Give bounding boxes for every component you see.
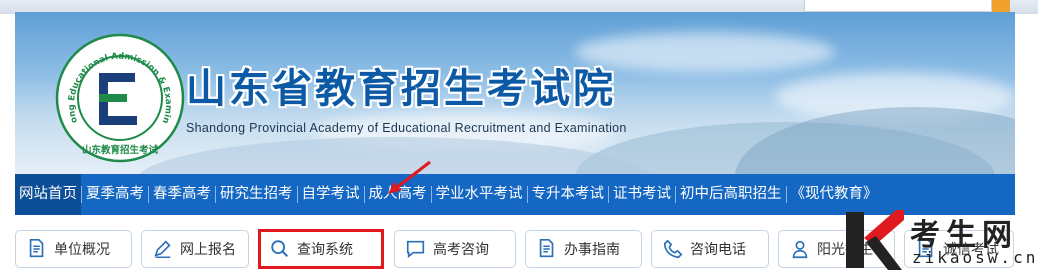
quick-link-label: 单位概况 xyxy=(54,242,110,258)
watermark-k-icon xyxy=(846,210,904,270)
watermark-logo: 考生网 zikaosw.cn xyxy=(828,208,1038,274)
watermark-en-text: zikaosw.cn xyxy=(912,248,1038,267)
phone-icon xyxy=(663,239,683,259)
quick-link-label: 咨询电话 xyxy=(690,242,746,258)
nav-item-8[interactable]: 专升本考试 xyxy=(528,174,609,215)
quick-link-6[interactable]: 咨询电话 xyxy=(651,230,769,268)
nav-item-1[interactable]: 网站首页 xyxy=(15,174,81,215)
quick-link-label: 高考咨询 xyxy=(433,242,489,258)
document-icon xyxy=(539,239,554,258)
header-banner: Shandong Educational Admission & Examina… xyxy=(15,12,1015,174)
nav-item-10[interactable]: 初中后高职招生 xyxy=(676,174,786,215)
chat-icon xyxy=(406,240,425,259)
top-search-input[interactable] xyxy=(804,0,992,12)
person-icon xyxy=(792,240,808,259)
nav-item-2[interactable]: 夏季高考 xyxy=(82,174,148,215)
logo-emblem: Shandong Educational Admission & Examina… xyxy=(55,33,185,163)
edit-icon xyxy=(154,240,171,258)
quick-link-5[interactable]: 办事指南 xyxy=(525,230,642,268)
quick-link-2[interactable]: 网上报名 xyxy=(141,230,249,268)
quick-link-1[interactable]: 单位概况 xyxy=(15,230,132,268)
nav-item-9[interactable]: 证书考试 xyxy=(609,174,675,215)
highlight-box-query-system xyxy=(258,229,384,269)
nav-item-3[interactable]: 春季高考 xyxy=(149,174,215,215)
site-subtitle: Shandong Provincial Academy of Education… xyxy=(186,121,627,135)
nav-item-5[interactable]: 自学考试 xyxy=(298,174,364,215)
nav-item-4[interactable]: 研究生招考 xyxy=(216,174,297,215)
quick-link-label: 网上报名 xyxy=(180,242,236,258)
site-title: 山东省教育招生考试院 xyxy=(186,66,616,112)
document-icon xyxy=(29,239,44,258)
red-arrow-annotation xyxy=(388,160,431,194)
quick-link-4[interactable]: 高考咨询 xyxy=(394,230,516,268)
nav-item-7[interactable]: 学业水平考试 xyxy=(432,174,527,215)
top-search-button[interactable] xyxy=(992,0,1010,12)
logo-bottom-text: 山东教育招生考试 xyxy=(82,144,159,156)
quick-link-label: 办事指南 xyxy=(564,242,620,258)
